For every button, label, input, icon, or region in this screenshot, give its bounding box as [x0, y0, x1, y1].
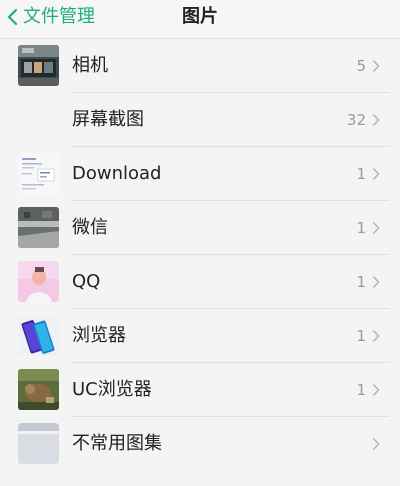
browser-phone-thumbnail — [18, 315, 59, 356]
top-bar: 文件管理 图片 — [0, 0, 400, 39]
back-label: 文件管理 — [23, 6, 95, 27]
album-count: 32 — [346, 111, 366, 129]
chevron-right-icon — [372, 221, 380, 235]
album-count: 1 — [356, 327, 366, 345]
album-name: 相机 — [72, 55, 108, 76]
album-name: UC浏览器 — [72, 379, 152, 400]
chevron-right-icon — [372, 167, 380, 181]
album-name: Download — [72, 163, 162, 184]
album-name: 屏幕截图 — [72, 109, 144, 130]
wechat-photo-thumbnail — [18, 207, 59, 248]
album-count: 1 — [356, 165, 366, 183]
album-count: 1 — [356, 219, 366, 237]
album-count: 1 — [356, 381, 366, 399]
album-row-download[interactable]: Download 1 — [0, 147, 400, 201]
album-row-browser[interactable]: 浏览器 1 — [0, 309, 400, 363]
album-name: QQ — [72, 271, 101, 292]
chevron-right-icon — [372, 59, 380, 73]
back-button[interactable]: 文件管理 — [6, 4, 95, 30]
folder-icon — [18, 423, 59, 464]
chevron-right-icon — [372, 437, 380, 451]
qq-photo-thumbnail — [18, 261, 59, 302]
album-row-qq[interactable]: QQ 1 — [0, 255, 400, 309]
chevron-right-icon — [372, 275, 380, 289]
album-row-rarely-used[interactable]: 不常用图集 — [0, 417, 400, 471]
download-document-thumbnail — [18, 153, 59, 194]
album-count: 5 — [356, 57, 366, 75]
album-count: 1 — [356, 273, 366, 291]
album-name: 不常用图集 — [72, 433, 162, 454]
chevron-left-icon — [6, 7, 20, 27]
album-row-camera[interactable]: 相机 5 — [0, 39, 400, 93]
album-row-wechat[interactable]: 微信 1 — [0, 201, 400, 255]
uc-browser-photo-thumbnail — [18, 369, 59, 410]
album-row-uc-browser[interactable]: UC浏览器 1 — [0, 363, 400, 417]
album-row-screenshots[interactable]: 屏幕截图 32 — [0, 93, 400, 147]
album-name: 浏览器 — [72, 325, 126, 346]
chevron-right-icon — [372, 329, 380, 343]
camera-photo-thumbnail — [18, 45, 59, 86]
album-name: 微信 — [72, 217, 108, 238]
chevron-right-icon — [372, 113, 380, 127]
album-list: 相机 5 屏幕截图 32 Download 1 微信 1 QQ 1 浏览器 1 … — [0, 39, 400, 471]
chevron-right-icon — [372, 383, 380, 397]
